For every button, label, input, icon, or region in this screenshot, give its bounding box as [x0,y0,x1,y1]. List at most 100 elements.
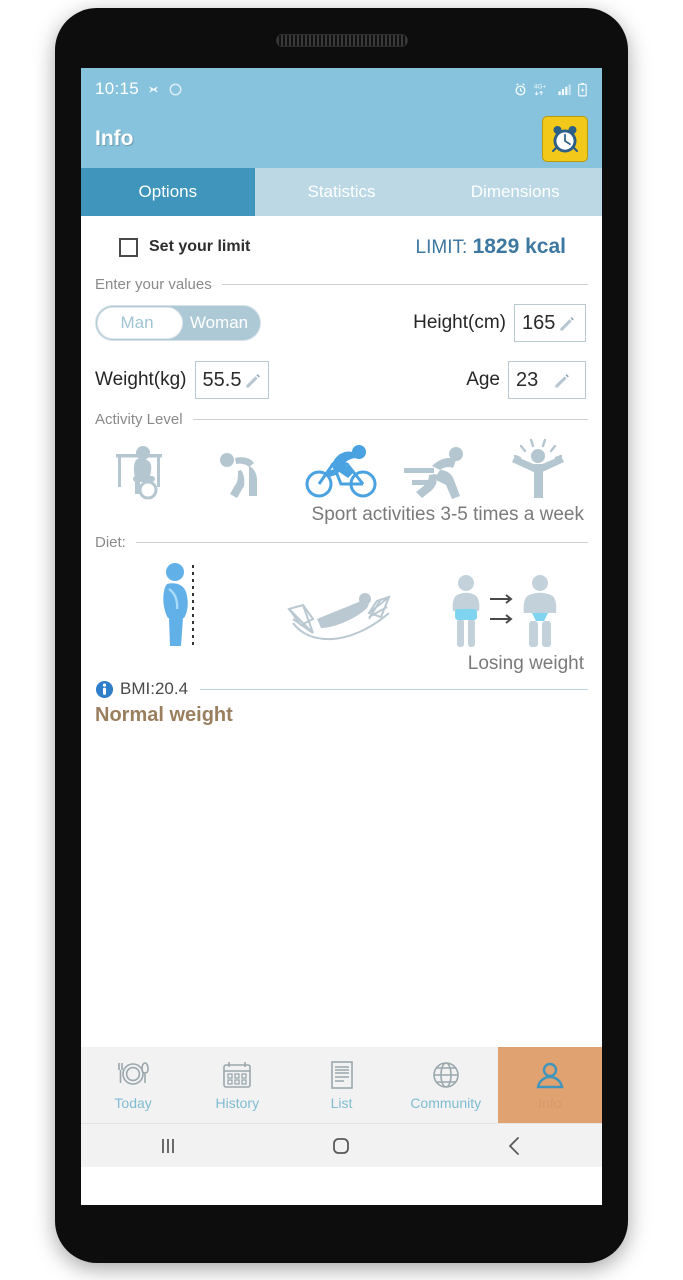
celebrating-athlete-icon [512,438,564,498]
page-title: Info [95,127,134,150]
divider [200,688,588,690]
speaker-grille [275,34,408,47]
desk-sitting-icon [116,446,162,500]
enter-values-label: Enter your values [95,276,212,293]
diet-icon-row [95,551,588,649]
set-limit-label: Set your limit [149,238,251,255]
activity-caption: Sport activities 3-5 times a week [311,504,584,525]
system-navigation-bar [81,1123,602,1167]
activity-option-desk-sitting[interactable] [99,434,191,500]
nav-label-info: Info [538,1095,562,1111]
limit-prefix: LIMIT: [415,237,468,258]
running-icon [403,447,463,499]
home-icon [333,1137,350,1154]
cycling-icon [305,445,376,498]
weight-input[interactable]: 55.5 [194,361,270,399]
hammock-rest-icon [287,593,392,641]
divider [192,419,588,420]
nav-label-community: Community [410,1095,482,1111]
activity-icon-row [95,428,588,500]
back-chevron-icon [509,1136,520,1155]
edit-pencil-icon [246,373,261,388]
tab-options[interactable]: Options [81,168,255,216]
activity-option-cycling[interactable] [296,434,388,500]
height-label: Height(cm) [413,312,506,333]
enter-values-header: Enter your values [95,276,588,293]
document-list-icon [330,1061,353,1089]
activity-level-label: Activity Level [95,411,183,428]
limit-display: LIMIT: 1829 kcal [416,235,566,259]
gender-option-man[interactable]: Man [96,313,178,333]
activity-option-running[interactable] [394,434,486,500]
nav-item-history[interactable]: History [185,1047,289,1123]
svg-text:4G+: 4G+ [534,83,546,90]
diet-option-rest-hammock[interactable] [266,557,416,649]
losing-weight-figures-icon [452,575,557,647]
activity-option-celebrating[interactable] [492,434,584,500]
alarm-clock-icon [551,126,579,153]
height-value: 165 [522,311,556,334]
recents-icon [161,1138,174,1153]
circle-icon [169,83,182,95]
globe-icon [432,1062,459,1088]
height-field-group: Height(cm) 165 [413,304,586,342]
age-value: 23 [516,368,539,391]
age-input[interactable]: 23 [508,361,586,399]
phone-screen: 10:15 4G+ Info Options Statistics Dimens… [81,68,602,1205]
nav-label-list: List [330,1095,353,1111]
standing-light-icon [220,453,258,498]
plate-cutlery-icon [118,1062,149,1085]
activity-option-standing-light[interactable] [197,434,289,500]
person-icon [536,1062,564,1089]
bmi-row: BMI:20.4 [95,679,588,699]
options-panel: Set your limit LIMIT: 1829 kcal Enter yo… [81,220,602,1167]
weight-value: 55.5 [202,368,242,391]
status-bar: 10:15 4G+ [81,68,602,110]
alarm-icon [515,82,526,95]
back-button[interactable] [485,1135,545,1157]
app-bar: Info [81,110,602,168]
diet-caption: Losing weight [467,653,584,674]
status-bar-right: 4G+ [513,82,588,97]
status-bar-left: 10:15 [95,79,183,99]
nav-item-list[interactable]: List [289,1047,393,1123]
4g-plus-icon: 4G+ [534,83,546,95]
battery-icon [578,82,587,96]
info-icon[interactable] [95,680,114,699]
nav-label-today: Today [114,1095,152,1111]
diet-label: Diet: [95,534,126,551]
tab-dimensions[interactable]: Dimensions [428,168,602,216]
gender-height-row: Man Woman Height(cm) 165 [95,299,588,347]
weight-label: Weight(kg) [95,369,187,390]
nav-label-history: History [215,1095,260,1111]
tab-statistics-label: Statistics [307,182,376,201]
tab-bar: Options Statistics Dimensions [81,168,602,216]
gender-toggle[interactable]: Man Woman [95,305,261,341]
sync-pinwheel-icon [149,86,158,92]
limit-value: 1829 kcal [472,235,566,258]
diet-option-losing-weight[interactable] [428,557,578,649]
nav-item-community[interactable]: Community [394,1047,498,1123]
weight-age-row: Weight(kg) 55.5 Age 23 [95,357,588,403]
set-limit-checkbox[interactable] [119,237,138,257]
status-time: 10:15 [95,79,140,98]
tab-statistics[interactable]: Statistics [255,168,429,216]
nav-item-info[interactable]: Info [497,1047,602,1123]
age-label: Age [466,369,500,390]
nav-item-today[interactable]: Today [81,1047,185,1123]
tab-options-label: Options [138,182,198,201]
gender-option-woman[interactable]: Woman [178,313,260,333]
home-button[interactable] [311,1135,371,1157]
weight-field-group: Weight(kg) 55.5 [95,361,270,399]
divider [135,542,588,543]
limit-row: Set your limit LIMIT: 1829 kcal [95,220,588,274]
calendar-icon [223,1062,252,1088]
diet-option-gaining-weight[interactable] [105,557,255,649]
phone-frame: 10:15 4G+ Info Options Statistics Dimens… [55,8,628,1263]
recents-button[interactable] [138,1135,198,1157]
edit-pencil-icon [560,316,575,331]
alarm-clock-button[interactable] [542,116,588,162]
edit-pencil-icon [555,373,570,388]
height-input[interactable]: 165 [514,304,586,342]
gaining-weight-figure-icon [163,563,194,646]
